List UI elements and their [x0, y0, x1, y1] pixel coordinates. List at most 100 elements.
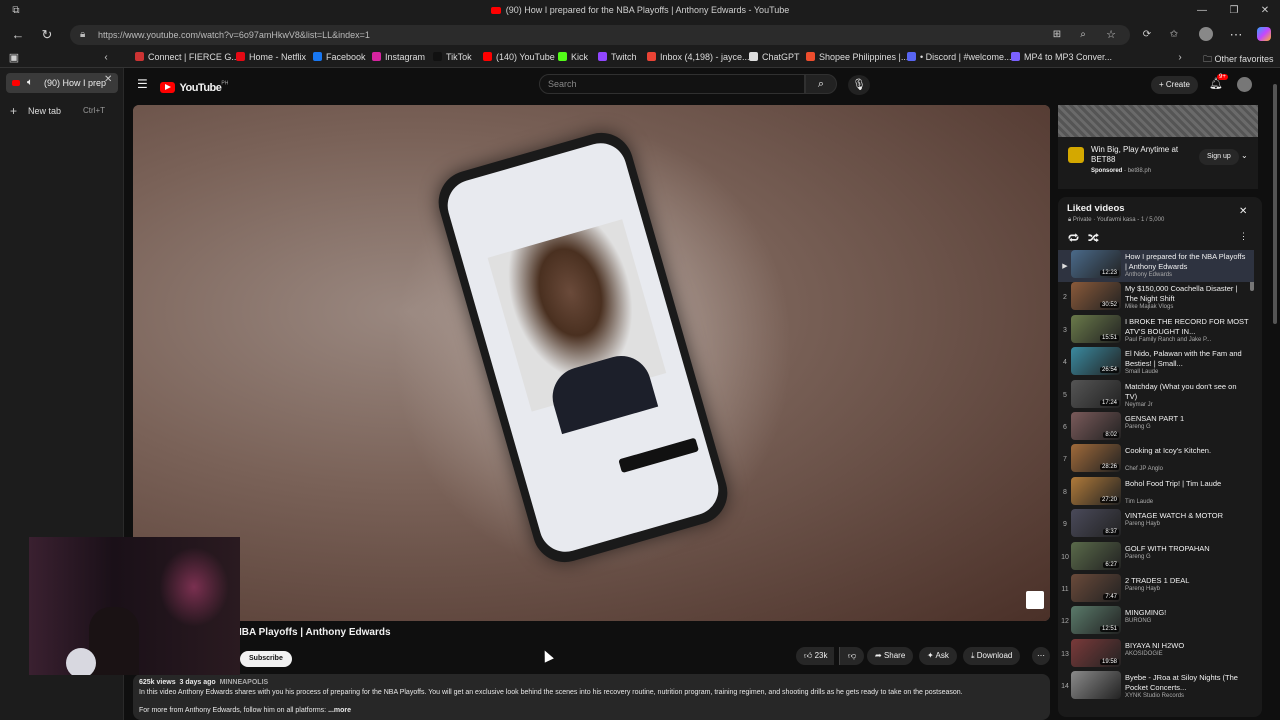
ad-image[interactable] [1058, 105, 1258, 137]
profile-avatar-icon[interactable] [1198, 27, 1214, 43]
playlist-item-title[interactable]: MINGMING! [1125, 608, 1249, 618]
favorites-icon[interactable]: ✩ [1166, 27, 1182, 43]
playlist-item[interactable]: 8 27:20 Bohol Food Trip! | Tim Laude Tim La… [1058, 476, 1254, 509]
bookmark-item[interactable]: Connect | FIERCE G... [135, 52, 239, 62]
playlist-item-thumbnail[interactable]: 8:02 [1071, 412, 1121, 440]
playlist-item-title[interactable]: GOLF WITH TROPAHAN [1125, 544, 1249, 554]
playlist-item-title[interactable]: 2 TRADES 1 DEAL [1125, 576, 1249, 586]
playlist-item[interactable]: 14 Byebe - JRoa at Siloy Nights (The Pock… [1058, 671, 1254, 703]
app-available-icon[interactable]: ⊞ [1049, 27, 1065, 43]
playlist-item[interactable]: 10 6:27 GOLF WITH TROPAHAN Pareng G [1058, 541, 1254, 574]
notifications-bell-icon[interactable]: 🔔︎ 9+ [1209, 74, 1228, 90]
playlist-item-thumbnail[interactable]: 28:26 [1071, 444, 1121, 473]
playlist-item[interactable]: ▶ 12:23 How I prepared for the NBA Playoff… [1058, 250, 1254, 282]
loop-icon[interactable]: 🔁︎ [1068, 230, 1079, 246]
speaker-icon[interactable]: 🔈︎ [27, 73, 33, 93]
playlist-item-thumbnail[interactable]: 8:37 [1071, 509, 1121, 538]
bookmark-item[interactable]: TikTok [433, 52, 472, 62]
playlist-item-title[interactable]: How I prepared for the NBA Playoffs | An… [1125, 252, 1249, 272]
close-tab-icon[interactable]: ✕ [104, 74, 112, 85]
other-favorites[interactable]: 🗀︎ Other favorites [1203, 52, 1274, 68]
playlist-more-icon[interactable]: ⋮ [1239, 231, 1248, 242]
new-tab-plus-icon[interactable]: + [10, 104, 17, 118]
zoom-icon[interactable]: ⌕ [1075, 27, 1091, 43]
site-info-icon[interactable]: 🔒︎ [80, 25, 85, 45]
bookmark-item[interactable]: Instagram [372, 52, 425, 62]
more-actions-icon[interactable]: ⋯ [1032, 647, 1050, 665]
playlist-item-thumbnail[interactable]: 6:27 [1071, 541, 1121, 570]
playlist-item-title[interactable]: I BROKE THE RECORD FOR MOST ATV'S BOUGHT… [1125, 317, 1249, 337]
ad-signup-button[interactable]: Sign up [1199, 149, 1239, 165]
playlist-item-thumbnail[interactable]: 26:54 [1071, 347, 1121, 376]
description-box[interactable]: 625k views 3 days ago MINNEAPOLIS In thi… [133, 674, 1050, 720]
extension-icon[interactable]: ⟳ [1139, 27, 1155, 43]
channel-watermark-icon[interactable] [1026, 591, 1044, 609]
copilot-icon[interactable] [1256, 27, 1272, 43]
bookmark-item[interactable]: Shopee Philippines |... [806, 52, 908, 62]
account-avatar[interactable] [1237, 77, 1252, 92]
voice-search-icon[interactable]: 🎙︎ [848, 75, 870, 95]
ad-chevron-down-icon[interactable]: ⌄ [1241, 151, 1248, 160]
bookmarks-scroll-right-icon[interactable]: › [1172, 50, 1188, 66]
playlist-item[interactable]: 3 15:51 I BROKE THE RECORD FOR MOST ATV'S … [1058, 314, 1254, 347]
create-button[interactable]: + Create [1151, 76, 1198, 94]
favorite-star-icon[interactable]: ☆ [1103, 27, 1119, 43]
like-button[interactable]: 👍︎ 23k [796, 647, 834, 665]
playlist-item-thumbnail[interactable]: 30:52 [1071, 282, 1121, 311]
playlist-item-thumbnail[interactable]: 27:20 [1071, 476, 1121, 505]
playlist-item[interactable]: 13 19:58 BIYAYA NI H2WO AKOSIDOGIE [1058, 638, 1254, 671]
close-playlist-icon[interactable]: ✕ [1239, 206, 1247, 217]
video-player[interactable] [133, 105, 1050, 621]
playlist-item[interactable]: 5 17:24 Matchday (What you don't see on TV… [1058, 379, 1254, 412]
playlist-item-title[interactable]: El Nido, Palawan with the Fam and Bestie… [1125, 349, 1249, 369]
page-scrollbar[interactable] [1270, 68, 1280, 720]
search-input[interactable]: Search [539, 74, 805, 94]
more-menu-icon[interactable]: ⋯ [1228, 27, 1244, 43]
playlist-item-title[interactable]: GENSAN PART 1 [1125, 414, 1249, 424]
playlist-item-title[interactable]: Bohol Food Trip! | Tim Laude [1125, 479, 1249, 489]
url-input[interactable]: 🔒︎ https://www.youtube.com/watch?v=6o97am… [70, 25, 1130, 45]
maximize-button[interactable]: ❐ [1224, 3, 1244, 19]
playlist-item-thumbnail[interactable]: 12:23 [1071, 250, 1121, 278]
bookmark-item[interactable]: Kick [558, 52, 588, 62]
playlist-title[interactable]: Liked videos [1067, 203, 1125, 214]
bookmark-item[interactable]: ChatGPT [749, 52, 800, 62]
search-button[interactable]: ⌕ [805, 74, 837, 94]
bookmark-item[interactable]: (140) YouTube [483, 52, 555, 62]
hamburger-menu-icon[interactable]: ☰ [137, 77, 148, 91]
playlist-item-thumbnail[interactable]: 12:51 [1071, 606, 1121, 635]
playlist-item-title[interactable]: Matchday (What you don't see on TV) [1125, 382, 1249, 402]
video-location[interactable]: MINNEAPOLIS [220, 679, 269, 686]
subscribe-button[interactable]: Subscribe [240, 651, 292, 667]
close-window-button[interactable]: ✕ [1255, 3, 1275, 19]
shuffle-icon[interactable]: 🔀︎ [1088, 230, 1099, 246]
bookmark-item[interactable]: • Discord | #welcome... [907, 52, 1012, 62]
playlist-item[interactable]: 11 7:47 2 TRADES 1 DEAL Pareng Hayb [1058, 574, 1254, 606]
new-tab-button[interactable]: New tab [28, 106, 61, 116]
dislike-button[interactable]: 👎︎ [839, 647, 865, 665]
playlist-item[interactable]: 4 26:54 El Nido, Palawan with the Fam and … [1058, 347, 1254, 379]
playlist-item-thumbnail[interactable]: 19:58 [1071, 638, 1121, 667]
playlist-item[interactable]: 2 30:52 My $150,000 Coachella Disaster | T… [1058, 282, 1254, 314]
playlist-item-title[interactable]: VINTAGE WATCH & MOTOR [1125, 511, 1249, 521]
ad-title[interactable]: Win Big, Play Anytime at BET88 [1091, 145, 1191, 165]
ask-button[interactable]: ✦ Ask [919, 647, 957, 665]
playlist-item[interactable]: 12 12:51 MINGMING! BURONG [1058, 606, 1254, 638]
bookmark-item[interactable]: Twitch [598, 52, 637, 62]
download-button[interactable]: ⤓ Download [963, 647, 1021, 665]
playlist-item[interactable]: 7 28:26 Cooking at Icoy's Kitchen. Chef JP … [1058, 444, 1254, 476]
bookmarks-scroll-left-icon[interactable]: ‹ [98, 50, 114, 66]
playlist-item[interactable]: 9 8:37 VINTAGE WATCH & MOTOR Pareng Hayb [1058, 509, 1254, 541]
bookmark-item[interactable]: Inbox (4,198) - jayce... [647, 52, 750, 62]
more-link[interactable]: ...more [328, 707, 351, 714]
bookmark-item[interactable]: Home - Netflix [236, 52, 306, 62]
playlist-item-title[interactable]: Cooking at Icoy's Kitchen. [1125, 446, 1249, 456]
tab-youtube[interactable]: 🔈︎ (90) How I prep [6, 73, 118, 93]
playlist-owner[interactable]: Youfavmi kasa [1097, 217, 1136, 223]
playlist-item-thumbnail[interactable] [1071, 671, 1121, 700]
playlist-item-thumbnail[interactable]: 15:51 [1071, 314, 1121, 343]
playlist-item-thumbnail[interactable]: 17:24 [1071, 379, 1121, 408]
refresh-icon[interactable]: ↻ [39, 27, 55, 43]
back-icon[interactable]: ← [10, 27, 26, 43]
bookmark-item[interactable]: MP4 to MP3 Conver... [1011, 52, 1112, 62]
